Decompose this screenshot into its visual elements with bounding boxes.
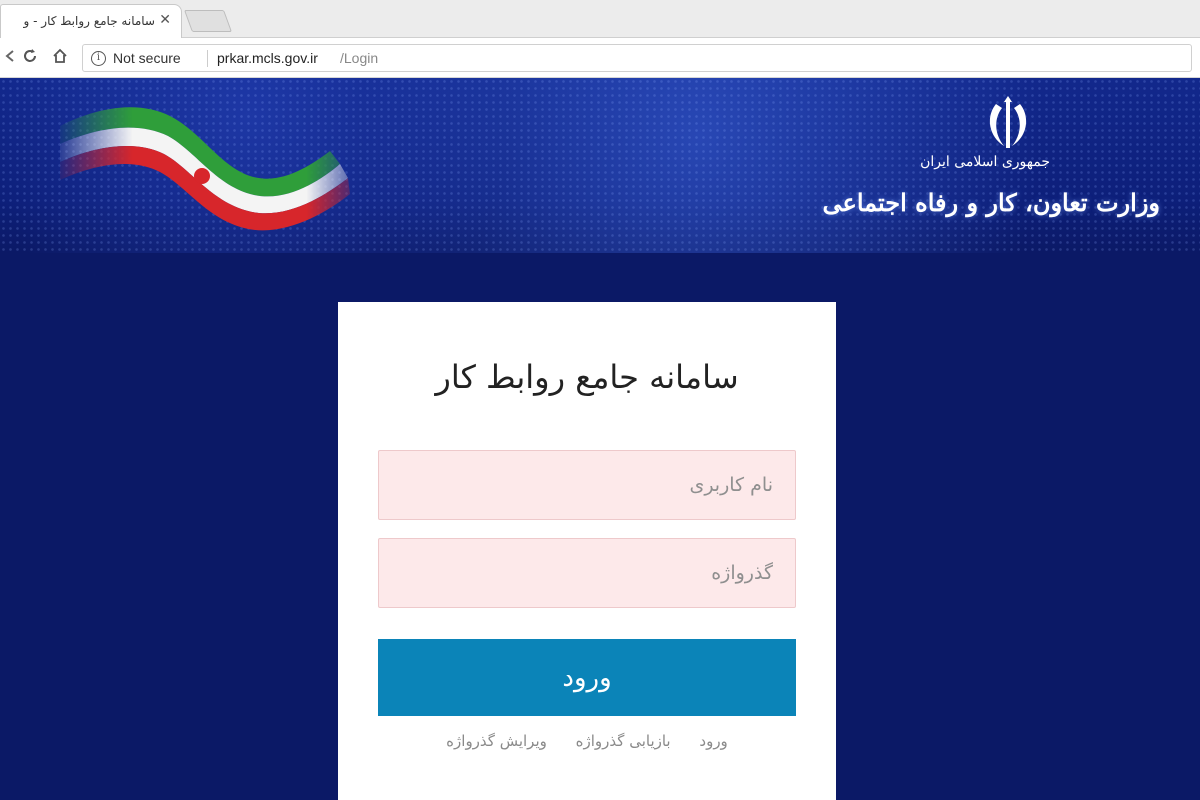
tab-title: سامانه جامع روابط کار - و: [23, 14, 155, 28]
ministry-name: وزارت تعاون، کار و رفاه اجتماعی: [822, 188, 1160, 217]
recover-password-link[interactable]: بازیابی گذرواژه: [576, 732, 671, 750]
login-links: ورود بازیابی گذرواژه ویرایش گذرواژه: [378, 732, 796, 750]
emblem-icon: [989, 96, 1027, 148]
login-link[interactable]: ورود: [699, 732, 727, 750]
ministry-logo: جمهوری اسلامی ایران وزارت تعاون، کار و ر…: [823, 96, 1180, 246]
iran-flag-ribbon: [60, 107, 350, 231]
header-banner: جمهوری اسلامی ایران وزارت تعاون، کار و ر…: [0, 78, 1200, 253]
home-icon[interactable]: [50, 48, 70, 68]
login-button[interactable]: ورود: [378, 639, 796, 716]
browser-toolbar: i Not secure prkar.mcls.gov.ir /Login: [0, 38, 1200, 78]
new-tab-button[interactable]: [183, 10, 233, 32]
edit-password-link[interactable]: ویرایش گذرواژه: [446, 732, 547, 750]
page-title: سامانه جامع روابط کار: [435, 358, 739, 396]
address-bar[interactable]: i Not secure prkar.mcls.gov.ir /Login: [82, 44, 1192, 72]
url-path[interactable]: /Login: [340, 50, 378, 66]
ministry-country: جمهوری اسلامی ایران: [920, 154, 1050, 170]
omnibox-divider: [207, 50, 208, 67]
info-icon[interactable]: i: [91, 51, 106, 66]
browser-tab[interactable]: سامانه جامع روابط کار - و ✕: [0, 4, 182, 38]
username-input[interactable]: [378, 450, 796, 520]
url-host[interactable]: prkar.mcls.gov.ir: [217, 50, 318, 66]
password-input[interactable]: [378, 538, 796, 608]
login-card: سامانه جامع روابط کار ورود ورود بازیابی …: [338, 302, 836, 800]
back-arrow-icon[interactable]: [0, 48, 20, 68]
reload-icon[interactable]: [20, 48, 40, 68]
browser-tabstrip: سامانه جامع روابط کار - و ✕: [0, 0, 1200, 38]
close-icon[interactable]: ✕: [159, 12, 171, 28]
security-status[interactable]: Not secure: [113, 50, 181, 66]
